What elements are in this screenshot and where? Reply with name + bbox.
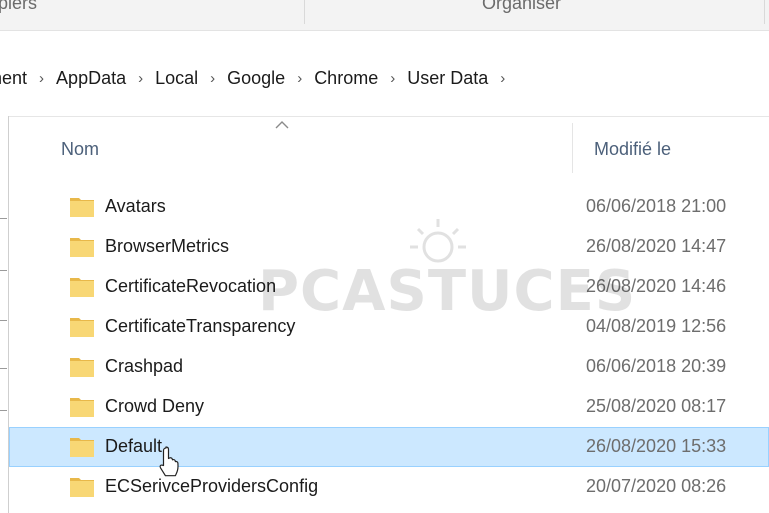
breadcrumb-item-local[interactable]: Local [149,68,204,89]
file-modified-date: 04/08/2019 12:56 [586,316,727,336]
folder-icon [70,438,94,457]
column-resize-handle[interactable] [572,123,573,173]
file-modified-date: 26/08/2020 14:46 [586,276,727,296]
folder-icon [70,358,94,377]
file-row-default[interactable]: Default 26/08/2020 15:33 [9,427,769,467]
ribbon-group-label: piers [0,0,38,13]
file-name: CertificateRevocation [105,276,277,296]
file-name: BrowserMetrics [105,236,230,256]
folder-icon [70,478,94,497]
file-list: Avatars 06/06/2018 21:00 BrowserMetrics … [9,187,769,507]
file-name: ECSerivceProvidersConfig [105,476,319,496]
breadcrumb-item-chrome[interactable]: Chrome [308,68,384,89]
ribbon-divider [304,0,305,24]
file-name: CertificateTransparency [105,316,296,336]
address-bar-breadcrumb[interactable]: nent › AppData › Local › Google › Chrome… [0,54,769,102]
ribbon-group-labels: piers Organiser [0,0,769,31]
tree-connector [0,270,7,271]
breadcrumb-item-user-data[interactable]: User Data [401,68,494,89]
folder-icon [70,398,94,417]
folder-icon [70,238,94,257]
chevron-right-icon[interactable]: › [384,70,401,87]
folder-icon [70,318,94,337]
breadcrumb-item-appdata[interactable]: AppData [50,68,132,89]
chevron-right-icon[interactable]: › [132,70,149,87]
chevron-right-icon[interactable]: › [291,70,308,87]
file-row-browsermetrics[interactable]: BrowserMetrics 26/08/2020 14:47 [9,227,769,267]
tree-connector [0,410,7,411]
ribbon-group-label-organiser: Organiser [482,0,562,13]
breadcrumb-item[interactable]: nent [0,68,33,89]
file-name: Crowd Deny [105,396,205,416]
file-row-certificaterevocation[interactable]: CertificateRevocation 26/08/2020 14:46 [9,267,769,307]
chevron-right-icon[interactable]: › [204,70,221,87]
tree-connector [0,320,7,321]
mouse-cursor-icon [159,446,179,477]
file-row-crashpad[interactable]: Crashpad 06/06/2018 20:39 [9,347,769,387]
file-modified-date: 26/08/2020 15:33 [586,436,727,456]
file-modified-date: 25/08/2020 08:17 [586,396,727,416]
file-row-ecserivceprovidersconfig[interactable]: ECSerivceProvidersConfig 20/07/2020 08:2… [9,467,769,507]
column-header-modified[interactable]: Modifié le [594,139,671,160]
folder-icon [70,278,94,297]
file-name: Avatars [105,196,166,216]
folder-icon [70,198,94,217]
file-row-certificatetransparency[interactable]: CertificateTransparency 04/08/2019 12:56 [9,307,769,347]
tree-connector [0,368,7,369]
file-modified-date: 26/08/2020 14:47 [586,236,727,256]
sort-ascending-icon [275,121,289,129]
chevron-right-icon[interactable]: › [33,70,50,87]
breadcrumb-item-google[interactable]: Google [221,68,291,89]
tree-connector [0,218,7,219]
file-modified-date: 06/06/2018 20:39 [586,356,727,376]
file-modified-date: 06/06/2018 21:00 [586,196,727,216]
file-name: Crashpad [105,356,184,376]
ribbon-divider [764,0,765,24]
chevron-right-icon[interactable]: › [494,70,511,87]
column-header-row: Nom Modifié le [9,117,769,177]
file-row-avatars[interactable]: Avatars 06/06/2018 21:00 [9,187,769,227]
file-modified-date: 20/07/2020 08:26 [586,476,727,496]
file-name: Default [105,436,163,456]
column-header-name[interactable]: Nom [61,139,99,160]
file-row-crowd-deny[interactable]: Crowd Deny 25/08/2020 08:17 [9,387,769,427]
